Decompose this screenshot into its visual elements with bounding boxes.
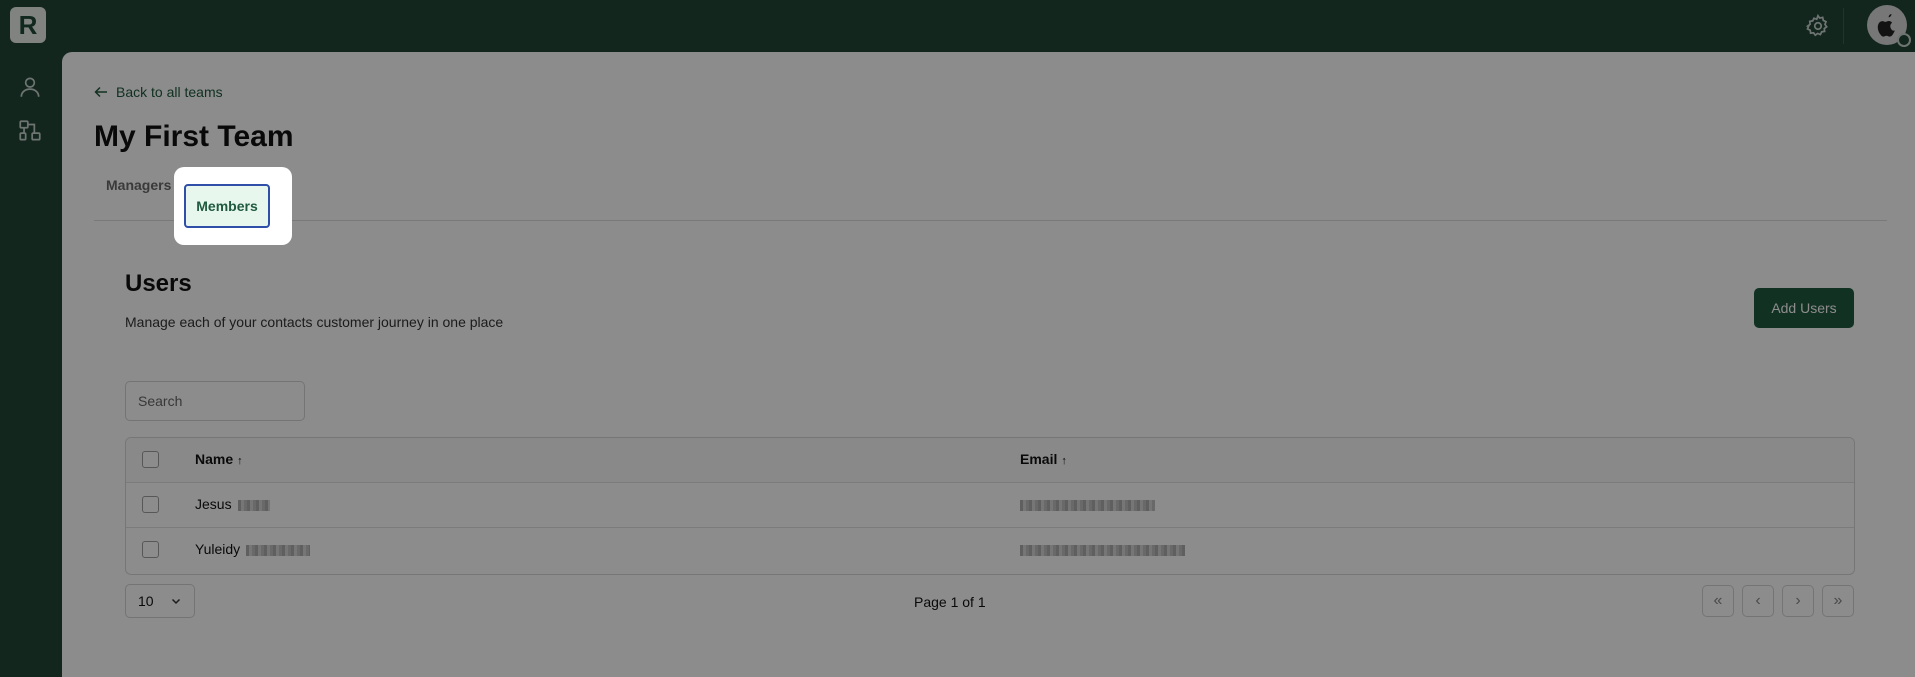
gear-icon[interactable]	[1805, 13, 1831, 39]
main-content: Back to all teams My First Team Managers…	[62, 52, 1915, 677]
user-first-name: Jesus	[195, 496, 232, 512]
redacted-text	[246, 544, 311, 556]
user-first-name: Yuleidy	[195, 541, 241, 557]
tab-managers[interactable]: Managers	[106, 162, 171, 208]
table-row[interactable]: Yuleidy	[126, 528, 1854, 572]
add-users-button[interactable]: Add Users	[1754, 288, 1854, 328]
page-title: My First Team	[94, 120, 294, 153]
redacted-text	[237, 499, 270, 511]
next-page-button[interactable]: ›	[1782, 585, 1814, 617]
user-email-cell	[1020, 541, 1185, 557]
user-email-cell	[1020, 496, 1155, 512]
page-info: Page 1 of 1	[914, 594, 986, 610]
previous-page-button[interactable]: ‹	[1742, 585, 1774, 617]
sort-arrow-up-icon: ↑	[1061, 455, 1067, 467]
last-page-button[interactable]: »	[1822, 585, 1854, 617]
online-status-dot	[1897, 33, 1911, 47]
user-icon[interactable]	[17, 74, 43, 100]
tabs-bar: Managers	[94, 162, 1887, 221]
app-logo[interactable]: R	[10, 7, 46, 43]
column-header-name[interactable]: Name ↑	[195, 451, 243, 467]
column-header-email-label: Email	[1020, 451, 1058, 467]
chevron-down-icon	[171, 598, 181, 605]
redacted-text	[1020, 499, 1155, 511]
user-name-cell: Yuleidy	[195, 541, 311, 557]
tab-members[interactable]: Members	[184, 184, 270, 228]
back-to-teams-link[interactable]: Back to all teams	[94, 84, 223, 100]
double-chevron-left-icon: «	[1713, 592, 1723, 609]
users-section-title: Users	[125, 270, 192, 297]
page-size-select[interactable]: 10	[125, 584, 195, 618]
column-header-name-label: Name	[195, 451, 234, 467]
redacted-text	[1020, 544, 1185, 556]
sort-arrow-up-icon: ↑	[237, 455, 243, 467]
users-section-description: Manage each of your contacts customer jo…	[125, 314, 504, 330]
top-bar: R	[0, 0, 1915, 52]
arrow-left-icon	[94, 86, 107, 98]
tour-spotlight: Members	[174, 167, 292, 245]
apple-icon	[1877, 14, 1895, 37]
table-header-row: Name ↑ Email ↑	[126, 438, 1854, 483]
row-checkbox[interactable]	[142, 541, 159, 558]
header-divider	[1843, 8, 1844, 44]
chevron-right-icon: ›	[1795, 592, 1801, 609]
double-chevron-right-icon: »	[1833, 592, 1843, 609]
user-name-cell: Jesus	[195, 496, 270, 512]
column-header-email[interactable]: Email ↑	[1020, 451, 1067, 467]
row-checkbox[interactable]	[142, 496, 159, 513]
chevron-left-icon: ‹	[1755, 592, 1761, 609]
page-size-value: 10	[138, 593, 154, 609]
back-link-label: Back to all teams	[116, 84, 223, 100]
table-row[interactable]: Jesus	[126, 483, 1854, 528]
sidebar	[0, 52, 62, 677]
select-all-checkbox[interactable]	[142, 451, 159, 468]
org-chart-icon[interactable]	[17, 118, 43, 144]
users-table: Name ↑ Email ↑ Jesus Yuleidy	[125, 437, 1855, 575]
first-page-button[interactable]: «	[1702, 585, 1734, 617]
search-input[interactable]	[125, 381, 305, 421]
